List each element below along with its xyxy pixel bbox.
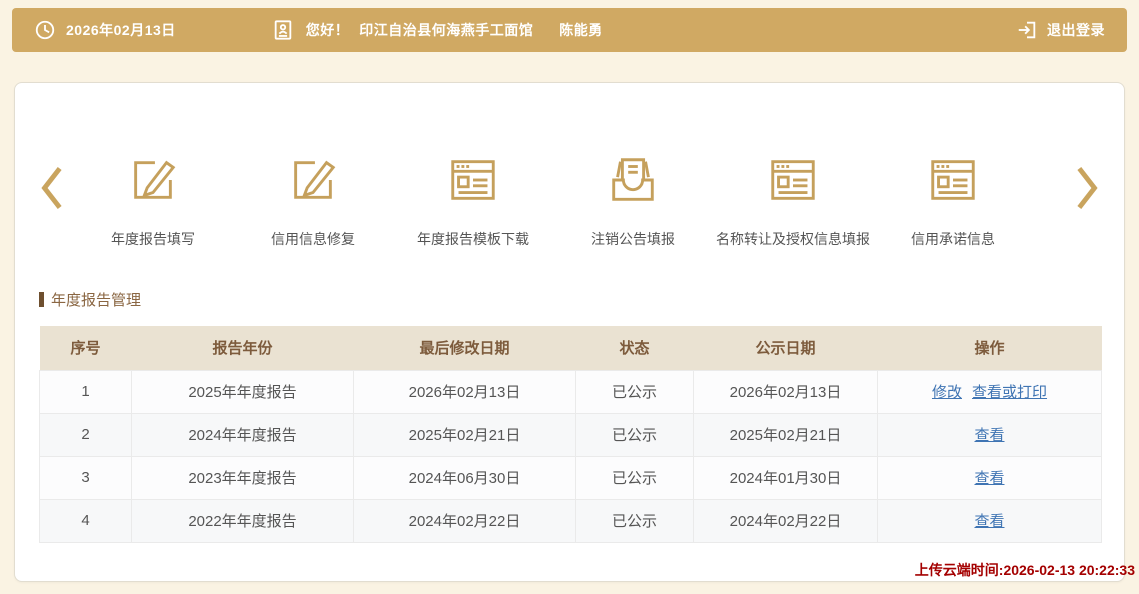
user-name: 陈能勇 — [559, 22, 603, 38]
col-header-status: 状态 — [575, 326, 694, 370]
cell-modified: 2026年02月13日 — [353, 369, 576, 414]
chevron-left-icon — [41, 167, 62, 209]
cell-no: 3 — [39, 455, 132, 500]
cell-publish: 2024年01月30日 — [693, 455, 878, 500]
chevron-right-icon — [1077, 167, 1098, 209]
cell-modified: 2025年02月21日 — [353, 412, 576, 457]
view-link[interactable]: 查看 — [974, 427, 1004, 444]
cell-publish: 2024年02月22日 — [693, 498, 878, 543]
col-header-year: 报告年份 — [131, 326, 354, 370]
logout-label: 退出登录 — [1047, 22, 1105, 38]
feature-name-transfer[interactable]: 名称转让及授权信息填报 — [713, 153, 873, 249]
feature-credit-repair[interactable]: 信用信息修复 — [233, 153, 393, 249]
user-group: 您好！ 印江自治县何海燕手工面馆 陈能勇 — [272, 19, 603, 41]
date-group: 2026年02月13日 — [34, 19, 176, 41]
cell-actions: 查看 — [877, 455, 1102, 500]
upload-timestamp: 上传云端时间:2026-02-13 20:22:33 — [914, 562, 1135, 578]
feature-template-download[interactable]: 年度报告模板下载 — [393, 153, 553, 249]
cell-status: 已公示 — [575, 369, 694, 414]
cell-status: 已公示 — [575, 498, 694, 543]
title-bullet-icon — [39, 292, 44, 307]
carousel-next-button[interactable] — [1066, 159, 1110, 217]
view-link[interactable]: 查看 — [974, 513, 1004, 530]
form-icon — [771, 160, 815, 200]
cell-modified: 2024年06月30日 — [353, 455, 576, 500]
form-icon — [451, 160, 495, 200]
logout-icon — [1018, 21, 1036, 39]
current-date: 2026年02月13日 — [66, 22, 176, 38]
col-header-modified: 最后修改日期 — [353, 326, 576, 370]
cell-year: 2023年年度报告 — [131, 455, 354, 500]
feature-cancellation-notice[interactable]: 注销公告填报 — [553, 153, 713, 249]
table-header-row: 序号 报告年份 最后修改日期 状态 公示日期 操作 — [39, 326, 1102, 370]
cell-no: 4 — [39, 498, 132, 543]
feature-label: 信用承诺信息 — [911, 231, 995, 247]
view-or-print-link[interactable]: 查看或打印 — [972, 384, 1047, 401]
cell-publish: 2026年02月13日 — [693, 369, 878, 414]
cell-no: 2 — [39, 412, 132, 457]
inbox-icon — [612, 158, 654, 201]
carousel-prev-button[interactable] — [29, 159, 73, 217]
feature-label: 年度报告模板下载 — [417, 231, 529, 247]
id-card-icon — [274, 20, 292, 40]
cell-actions: 查看 — [877, 412, 1102, 457]
logout-button[interactable]: 退出登录 — [1016, 19, 1105, 41]
col-header-no: 序号 — [39, 326, 132, 370]
feature-annual-report-fill[interactable]: 年度报告填写 — [73, 153, 233, 249]
cell-actions: 查看 — [877, 498, 1102, 543]
cell-year: 2024年年度报告 — [131, 412, 354, 457]
edit-icon — [294, 160, 336, 199]
feature-carousel: 年度报告填写 信用信息修复 年度报告模板下载 注销公告填报 名称转让及授权信息填… — [15, 153, 1124, 249]
section-title-text: 年度报告管理 — [51, 292, 142, 309]
clock-icon — [35, 20, 55, 40]
cell-modified: 2024年02月22日 — [353, 498, 576, 543]
cell-year: 2022年年度报告 — [131, 498, 354, 543]
cell-status: 已公示 — [575, 455, 694, 500]
view-link[interactable]: 查看 — [974, 470, 1004, 487]
edit-icon — [134, 160, 176, 199]
main-card: 年度报告填写 信用信息修复 年度报告模板下载 注销公告填报 名称转让及授权信息填… — [14, 82, 1125, 582]
cell-no: 1 — [39, 369, 132, 414]
table-row: 3 2023年年度报告 2024年06月30日 已公示 2024年01月30日 … — [39, 455, 1102, 500]
form-icon — [931, 160, 975, 200]
feature-credit-commitment[interactable]: 信用承诺信息 — [873, 153, 1033, 249]
annual-report-table: 序号 报告年份 最后修改日期 状态 公示日期 操作 1 2025年年度报告 20… — [39, 326, 1102, 543]
top-bar: 2026年02月13日 您好！ 印江自治县何海燕手工面馆 陈能勇 退出登录 — [12, 8, 1127, 52]
cell-actions: 修改 查看或打印 — [877, 369, 1102, 414]
table-row: 4 2022年年度报告 2024年02月22日 已公示 2024年02月22日 … — [39, 498, 1102, 543]
feature-label: 名称转让及授权信息填报 — [716, 231, 870, 247]
cell-year: 2025年年度报告 — [131, 369, 354, 414]
greeting-text: 您好！ — [305, 22, 350, 38]
modify-link[interactable]: 修改 — [932, 384, 962, 401]
table-row: 1 2025年年度报告 2026年02月13日 已公示 2026年02月13日 … — [39, 369, 1102, 414]
feature-label: 年度报告填写 — [111, 231, 195, 247]
col-header-publish: 公示日期 — [693, 326, 878, 370]
table-row: 2 2024年年度报告 2025年02月21日 已公示 2025年02月21日 … — [39, 412, 1102, 457]
cell-status: 已公示 — [575, 412, 694, 457]
feature-label: 信用信息修复 — [271, 231, 355, 247]
cell-publish: 2025年02月21日 — [693, 412, 878, 457]
feature-label: 注销公告填报 — [591, 231, 675, 247]
company-name: 印江自治县何海燕手工面馆 — [359, 22, 534, 38]
col-header-actions: 操作 — [877, 326, 1102, 370]
section-title: 年度报告管理 — [39, 289, 1124, 310]
